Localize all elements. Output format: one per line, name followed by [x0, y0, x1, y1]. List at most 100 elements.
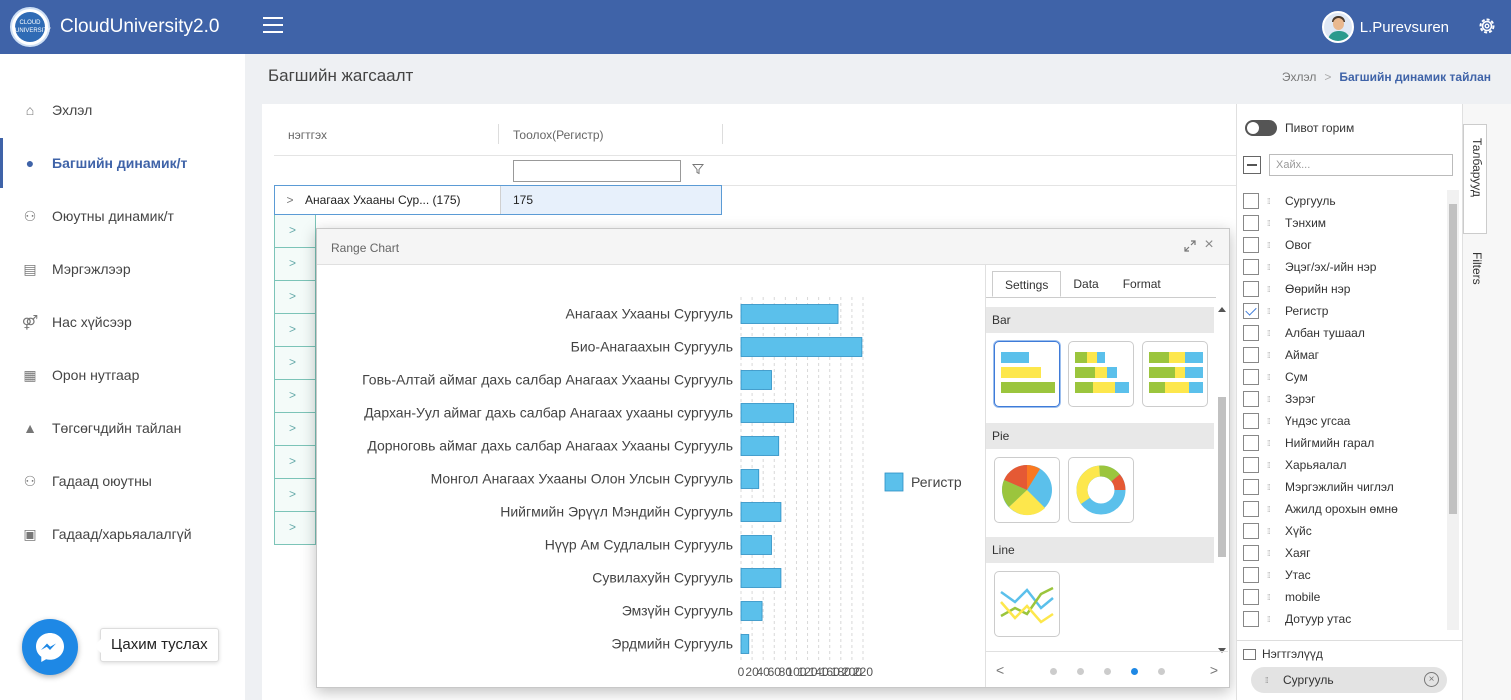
filter-icon[interactable] — [692, 163, 704, 175]
remove-icon[interactable]: × — [1424, 672, 1439, 687]
list-item[interactable]: ⁞⁞ Сум — [1243, 366, 1443, 388]
drag-handle-icon[interactable]: ⁞⁞ — [1265, 676, 1275, 685]
table-row[interactable]: > — [274, 314, 316, 347]
table-row[interactable]: > — [274, 479, 316, 512]
close-icon[interactable]: × — [1201, 237, 1217, 253]
table-row[interactable]: > — [274, 413, 316, 446]
sidebar-item-4[interactable]: ▤ Мэргэжлээр — [0, 244, 245, 294]
table-row[interactable]: > — [274, 512, 316, 545]
pager-dot[interactable] — [1157, 667, 1165, 675]
drag-handle-icon[interactable]: ⁞⁞ — [1267, 483, 1277, 492]
chevron-right-icon[interactable]: > — [1210, 662, 1218, 678]
drag-handle-icon[interactable]: ⁞⁞ — [1267, 571, 1277, 580]
list-item[interactable]: ⁞⁞ Дотуур утас — [1243, 608, 1443, 630]
field-checkbox[interactable] — [1243, 479, 1259, 495]
tab-format[interactable]: Format — [1111, 271, 1173, 297]
list-item[interactable]: ⁞⁞ Регистр — [1243, 300, 1443, 322]
list-item[interactable]: ⁞⁞ Эцэг/эх/-ийн нэр — [1243, 256, 1443, 278]
field-checkbox[interactable] — [1243, 435, 1259, 451]
field-checkbox[interactable] — [1243, 193, 1259, 209]
drag-handle-icon[interactable]: ⁞⁞ — [1267, 417, 1277, 426]
list-item[interactable]: ⁞⁞ Сургууль — [1243, 190, 1443, 212]
list-item[interactable]: ⁞⁞ Овог — [1243, 234, 1443, 256]
chevron-right-icon[interactable]: > — [275, 193, 305, 207]
pager-dot[interactable] — [1076, 667, 1084, 675]
field-checkbox[interactable] — [1243, 391, 1259, 407]
table-row[interactable]: > Анагаах Ухааны Сур... (175) 175 — [274, 185, 722, 215]
drag-handle-icon[interactable]: ⁞⁞ — [1267, 505, 1277, 514]
drag-handle-icon[interactable]: ⁞⁞ — [1267, 615, 1277, 624]
bar-type-full-stacked[interactable] — [1142, 341, 1208, 407]
drag-handle-icon[interactable]: ⁞⁞ — [1267, 219, 1277, 228]
breadcrumb-home[interactable]: Эхлэл — [1282, 70, 1317, 84]
column-header-count[interactable]: Тоолох(Регистр) — [513, 128, 604, 142]
tab-columns-label[interactable]: Талбарууд — [1465, 138, 1489, 197]
list-item[interactable]: ⁞⁞ Хүйс — [1243, 520, 1443, 542]
drag-handle-icon[interactable]: ⁞⁞ — [1267, 329, 1277, 338]
field-checkbox[interactable] — [1243, 281, 1259, 297]
drag-handle-icon[interactable]: ⁞⁞ — [1267, 263, 1277, 272]
drag-handle-icon[interactable]: ⁞⁞ — [1267, 395, 1277, 404]
field-checkbox[interactable] — [1243, 369, 1259, 385]
drag-handle-icon[interactable]: ⁞⁞ — [1267, 593, 1277, 602]
pivot-mode[interactable]: Пивот горим — [1245, 120, 1354, 136]
sidebar-item-6[interactable]: ▦ Орон нутгаар — [0, 350, 245, 400]
field-checkbox[interactable] — [1243, 523, 1259, 539]
drag-handle-icon[interactable]: ⁞⁞ — [1267, 439, 1277, 448]
filter-input[interactable] — [513, 160, 681, 182]
chevron-left-icon[interactable]: < — [996, 662, 1004, 678]
field-checkbox[interactable] — [1243, 215, 1259, 231]
donut-type[interactable] — [1068, 457, 1134, 523]
table-row[interactable]: > — [274, 281, 316, 314]
sidebar-item-7[interactable]: ▲ Төгсөгчдийн тайлан — [0, 403, 245, 453]
brand[interactable]: CLOUD UNIVERSITY CloudUniversity2.0 — [10, 7, 219, 47]
field-checkbox[interactable] — [1243, 237, 1259, 253]
sidebar-item-1[interactable]: ⌂ Эхлэл — [0, 85, 245, 135]
list-item[interactable]: ⁞⁞ Аймаг — [1243, 344, 1443, 366]
drag-handle-icon[interactable]: ⁞⁞ — [1267, 307, 1277, 316]
field-checkbox[interactable] — [1243, 611, 1259, 627]
field-checkbox[interactable] — [1243, 589, 1259, 605]
drag-handle-icon[interactable]: ⁞⁞ — [1267, 373, 1277, 382]
tab-settings[interactable]: Settings — [992, 271, 1062, 297]
list-item[interactable]: ⁞⁞ Өөрийн нэр — [1243, 278, 1443, 300]
drag-handle-icon[interactable]: ⁞⁞ — [1267, 285, 1277, 294]
field-checkbox[interactable] — [1243, 545, 1259, 561]
field-checkbox[interactable] — [1243, 259, 1259, 275]
drag-handle-icon[interactable]: ⁞⁞ — [1267, 241, 1277, 250]
list-item[interactable]: ⁞⁞ Харьяалал — [1243, 454, 1443, 476]
select-all-checkbox[interactable] — [1243, 156, 1261, 174]
sidebar-item-3[interactable]: ⚇ Оюутны динамик/т — [0, 191, 245, 241]
sidebar-item-5[interactable]: ⚤ Нас хүйсээр — [0, 297, 245, 347]
messenger-button[interactable] — [22, 619, 78, 675]
list-item[interactable]: ⁞⁞ Үндэс угсаа — [1243, 410, 1443, 432]
row-group-chip[interactable]: ⁞⁞ Сургууль × — [1251, 667, 1447, 693]
list-item[interactable]: ⁞⁞ Тэнхим — [1243, 212, 1443, 234]
menu-toggle-icon[interactable] — [263, 17, 283, 33]
pager-dot[interactable] — [1130, 667, 1138, 675]
drag-handle-icon[interactable]: ⁞⁞ — [1267, 461, 1277, 470]
column-header-rows[interactable]: нэгтгэх — [288, 128, 327, 142]
field-checkbox[interactable] — [1243, 303, 1259, 319]
table-row[interactable]: > — [274, 347, 316, 380]
table-row[interactable]: > — [274, 380, 316, 413]
pivot-toggle[interactable] — [1245, 120, 1277, 136]
drag-handle-icon[interactable]: ⁞⁞ — [1267, 527, 1277, 536]
list-item[interactable]: ⁞⁞ Мэргэжлийн чиглэл — [1243, 476, 1443, 498]
list-item[interactable]: ⁞⁞ Ажилд орохын өмнө — [1243, 498, 1443, 520]
field-checkbox[interactable] — [1243, 347, 1259, 363]
table-row[interactable]: > — [274, 248, 316, 281]
gear-icon[interactable] — [1477, 16, 1497, 36]
sidebar-item-8[interactable]: ⚇ Гадаад оюутны — [0, 456, 245, 506]
sidebar-item-2[interactable]: ● Багшийн динамик/т — [0, 138, 245, 188]
bar-type-stacked[interactable] — [1068, 341, 1134, 407]
field-checkbox[interactable] — [1243, 325, 1259, 341]
line-type[interactable] — [994, 571, 1060, 637]
row-header[interactable]: > Анагаах Ухааны Сур... (175) — [275, 186, 500, 214]
expand-icon[interactable] — [1183, 239, 1197, 253]
drag-handle-icon[interactable]: ⁞⁞ — [1267, 197, 1277, 206]
bar-type-simple[interactable] — [994, 341, 1060, 407]
list-item[interactable]: ⁞⁞ mobile — [1243, 586, 1443, 608]
field-list-scrollbar[interactable] — [1447, 190, 1459, 630]
sidebar-item-9[interactable]: ▣ Гадаад/харьяалалгүй — [0, 509, 245, 559]
